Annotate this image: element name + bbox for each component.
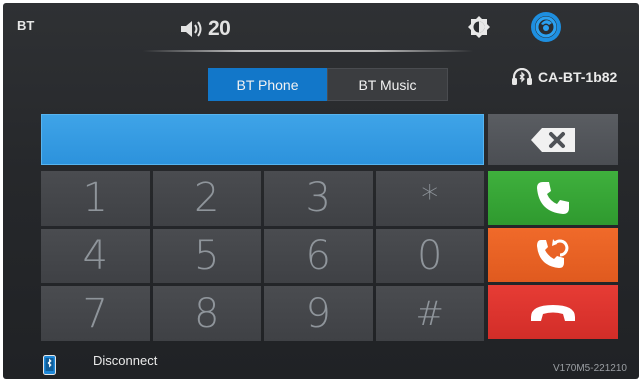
call-button[interactable] [488,171,618,225]
key-7[interactable]: 7 [41,286,150,341]
phone-call-icon [537,182,569,214]
key-label: # [415,293,445,334]
settings-button[interactable] [530,11,562,43]
key-label: 5 [194,232,220,279]
tab-bt-phone[interactable]: BT Phone [208,68,327,101]
key-3[interactable]: 3 [264,171,373,226]
dial-keypad: 1 2 3 * 4 5 6 0 7 8 9 # [41,171,484,341]
connected-device: CA-BT-1b82 [511,68,617,86]
headset-bluetooth-icon [512,68,532,85]
top-bar: BT 20 [3,3,639,53]
key-label: 6 [305,232,331,279]
hang-up-button[interactable] [488,285,618,339]
source-tabs: BT Phone BT Music [208,68,448,101]
key-label: 2 [194,175,220,222]
phone-transfer-icon [537,239,569,268]
brightness-button[interactable] [467,15,491,39]
firmware-version: V170M5-221210 [553,363,627,374]
brightness-icon [468,16,490,38]
device-name: CA-BT-1b82 [538,69,618,85]
key-label: 8 [194,290,220,337]
key-1[interactable]: 1 [41,171,150,226]
settings-icon [531,12,561,42]
key-8[interactable]: 8 [152,286,261,341]
backspace-button[interactable] [488,114,618,165]
key-label: 1 [82,175,108,222]
tab-bt-music[interactable]: BT Music [327,68,448,101]
key-hash[interactable]: # [375,286,484,341]
key-label: 3 [305,175,331,222]
header-divider [143,50,473,52]
key-label: 9 [305,290,331,337]
phone-hangup-icon [531,305,575,321]
key-9[interactable]: 9 [264,286,373,341]
speaker-icon [181,21,202,37]
key-0[interactable]: 0 [375,228,484,284]
key-label: 7 [82,290,108,337]
dial-number-display[interactable] [41,114,484,165]
backspace-icon [531,127,575,152]
key-label: 4 [82,232,108,279]
volume-value: 20 [208,17,231,40]
car-head-unit-screen: BT 20 BT Phone BT Music CA-BT-1b82 1 2 3… [3,3,639,379]
swap-call-button[interactable] [488,228,618,282]
phone-bluetooth-icon [43,355,56,375]
key-6[interactable]: 6 [264,228,373,284]
source-label: BT [17,18,35,33]
key-4[interactable]: 4 [41,228,150,284]
key-2[interactable]: 2 [152,171,261,226]
disconnect-button[interactable]: Disconnect [93,353,157,368]
key-label: * [421,178,439,219]
key-5[interactable]: 5 [152,228,261,284]
key-star[interactable]: * [375,171,484,226]
volume-indicator[interactable]: 20 [179,17,231,41]
key-label: 0 [417,232,443,279]
